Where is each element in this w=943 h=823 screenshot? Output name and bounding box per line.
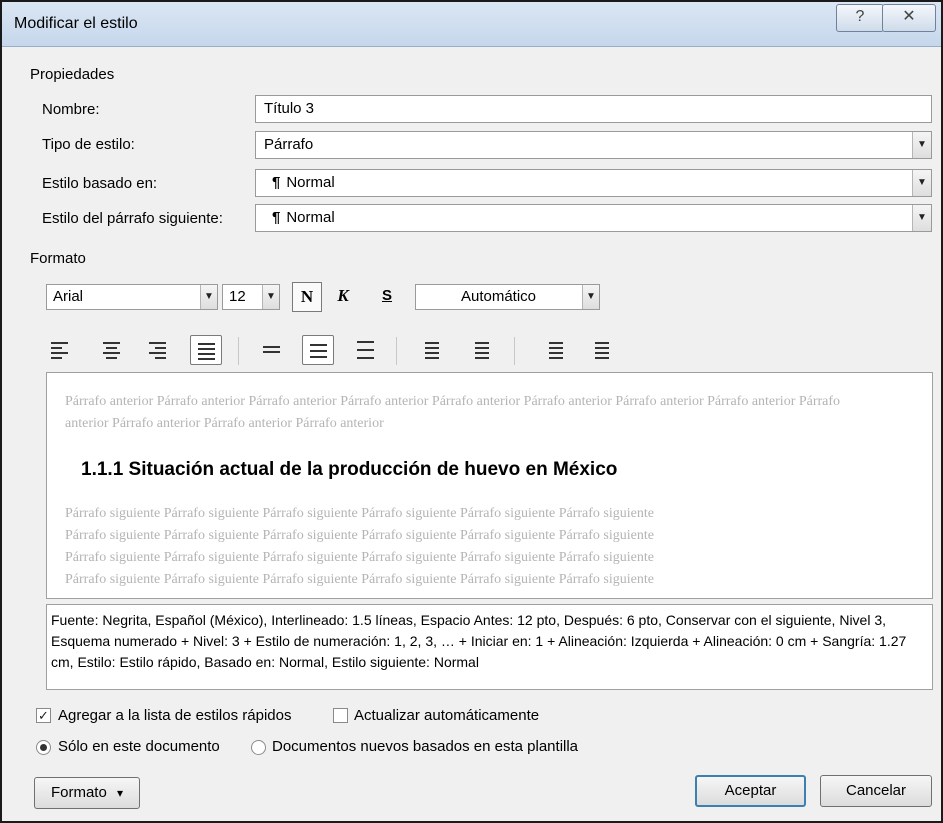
pilcrow-icon: ¶ [272, 209, 281, 226]
font-color-select[interactable]: Automático ▼ [415, 284, 600, 310]
decrease-spacing-before-button[interactable] [464, 335, 496, 365]
toolbar-separator [514, 337, 515, 365]
next-paragraph-line: Párrafo siguiente Párrafo siguiente Párr… [65, 506, 654, 521]
only-this-document-radio[interactable] [36, 740, 51, 755]
double-spacing-icon [357, 341, 374, 362]
toolbar-separator [396, 337, 397, 365]
properties-section-label: Propiedades [30, 66, 115, 83]
new-documents-radio[interactable] [251, 740, 266, 755]
align-left-button[interactable] [44, 335, 76, 365]
help-button[interactable]: ? [836, 4, 884, 32]
chevron-down-icon: ▾ [117, 786, 124, 800]
font-size-value: 12 [229, 288, 246, 305]
previous-paragraph-text: Párrafo anterior Párrafo anterior Párraf… [65, 394, 841, 431]
next-paragraph-line: Párrafo siguiente Párrafo siguiente Párr… [65, 572, 654, 587]
decrease-indent-icon [545, 342, 563, 362]
only-this-document-label[interactable]: Sólo en este documento [58, 738, 220, 755]
based-on-select[interactable]: ¶ Normal ▼ [255, 169, 932, 197]
one-half-spacing-button[interactable] [302, 335, 334, 365]
single-spacing-button[interactable] [256, 335, 288, 365]
chevron-down-icon[interactable]: ▼ [912, 170, 931, 196]
align-left-icon [51, 342, 68, 362]
next-paragraph-line: Párrafo siguiente Párrafo siguiente Párr… [65, 528, 654, 543]
chevron-down-icon[interactable]: ▼ [262, 285, 279, 309]
ok-button[interactable]: Aceptar [695, 775, 806, 807]
style-preview: Párrafo anterior Párrafo anterior Párraf… [46, 372, 933, 599]
justify-icon [198, 343, 215, 363]
cancel-button[interactable]: Cancelar [820, 775, 932, 807]
decrease-indent-button[interactable] [538, 335, 570, 365]
title-bar: Modificar el estilo ? ✕ [2, 2, 941, 47]
one-half-spacing-icon [310, 344, 327, 361]
next-style-value: Normal [286, 209, 335, 226]
bold-button[interactable]: N [292, 282, 322, 312]
increase-indent-icon [591, 342, 609, 362]
based-on-value: Normal [286, 174, 335, 191]
justify-button[interactable] [190, 335, 222, 365]
font-size-select[interactable]: 12 ▼ [222, 284, 280, 310]
dialog-title: Modificar el estilo [14, 15, 138, 32]
font-select[interactable]: Arial ▼ [46, 284, 218, 310]
chevron-down-icon[interactable]: ▼ [912, 205, 931, 231]
align-right-icon [149, 342, 166, 362]
next-paragraph-line: Párrafo siguiente Párrafo siguiente Párr… [65, 550, 654, 565]
single-spacing-icon [263, 346, 280, 356]
style-type-select[interactable]: Párrafo ▼ [255, 131, 932, 159]
name-value: Título 3 [264, 100, 315, 117]
align-center-icon [103, 342, 120, 362]
font-value: Arial [53, 288, 84, 305]
increase-spacing-before-button[interactable] [414, 335, 446, 365]
auto-update-checkbox[interactable] [333, 708, 348, 723]
double-spacing-button[interactable] [350, 335, 382, 365]
space-before-icon [425, 342, 439, 362]
pilcrow-icon: ¶ [272, 174, 281, 191]
format-button-label: Formato [50, 784, 107, 801]
style-type-value: Párrafo [264, 136, 314, 153]
add-quick-styles-label[interactable]: Agregar a la lista de estilos rápidos [58, 707, 291, 724]
space-after-icon [475, 342, 489, 362]
chevron-down-icon[interactable]: ▼ [912, 132, 931, 158]
style-description: Fuente: Negrita, Español (México), Inter… [46, 604, 933, 690]
modify-style-dialog: Modificar el estilo ? ✕ Propiedades Nomb… [0, 0, 943, 823]
format-section-label: Formato [30, 250, 86, 267]
next-style-select[interactable]: ¶ Normal ▼ [255, 204, 932, 232]
align-center-button[interactable] [96, 335, 128, 365]
chevron-down-icon[interactable]: ▼ [582, 285, 599, 309]
align-right-button[interactable] [142, 335, 174, 365]
font-color-value: Automático [460, 288, 537, 305]
based-on-label: Estilo basado en: [42, 175, 158, 192]
italic-button[interactable]: K [328, 282, 358, 312]
close-button[interactable]: ✕ [882, 4, 936, 32]
close-icon: ✕ [902, 8, 916, 25]
new-documents-label[interactable]: Documentos nuevos basados en esta planti… [272, 738, 578, 755]
chevron-down-icon[interactable]: ▼ [200, 285, 217, 309]
style-type-label: Tipo de estilo: [42, 136, 135, 153]
underline-button[interactable]: S [372, 282, 402, 312]
name-label: Nombre: [42, 101, 100, 118]
increase-indent-button[interactable] [584, 335, 616, 365]
next-style-label: Estilo del párrafo siguiente: [42, 210, 223, 227]
preview-heading: 1.1.1 Situación actual de la producción … [81, 459, 618, 480]
help-icon: ? [855, 8, 865, 25]
toolbar-separator [238, 337, 239, 365]
format-menu-button[interactable]: Formato ▾ [34, 777, 140, 809]
name-input[interactable]: Título 3 [255, 95, 932, 123]
add-quick-styles-checkbox[interactable]: ✓ [36, 708, 51, 723]
auto-update-label[interactable]: Actualizar automáticamente [354, 707, 539, 724]
